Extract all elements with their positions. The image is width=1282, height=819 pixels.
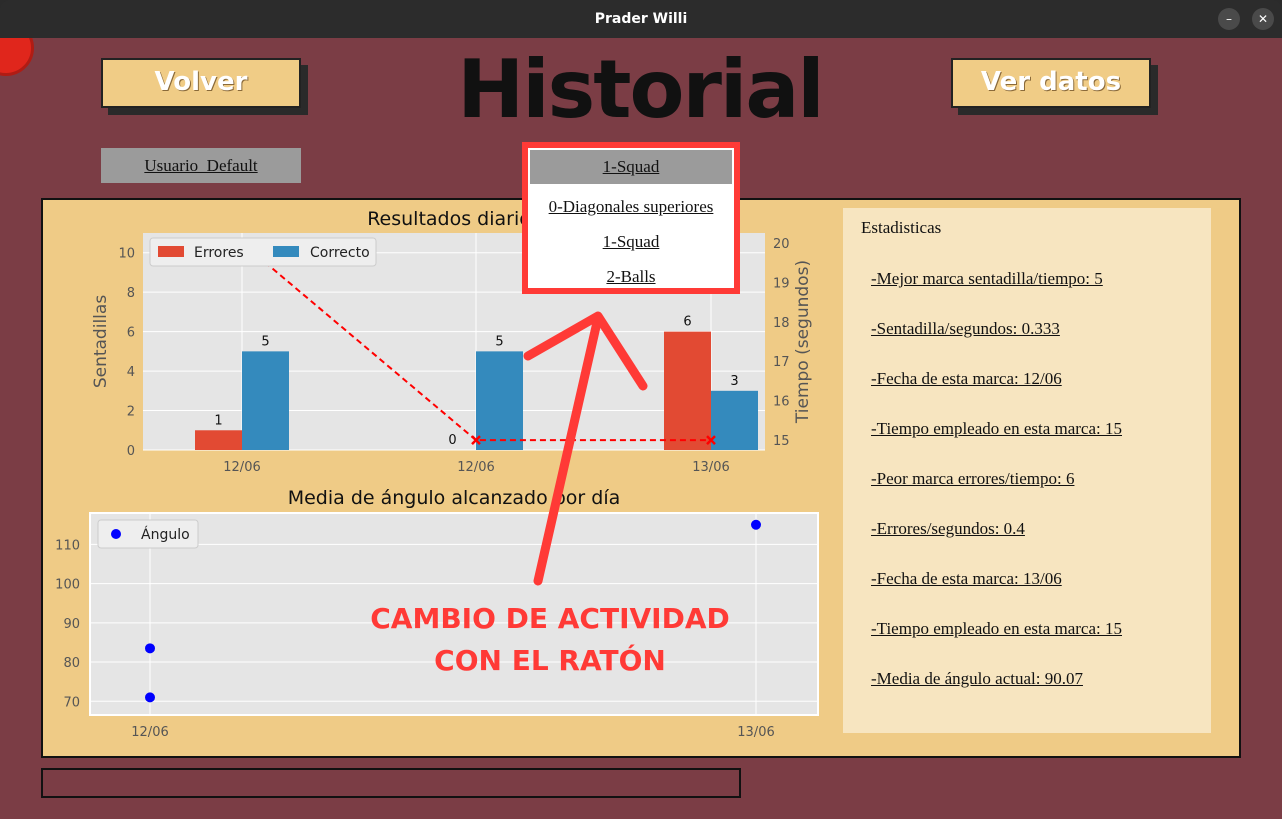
activity-option-0[interactable]: 0-Diagonales superiores bbox=[528, 189, 734, 224]
activity-select[interactable]: 1-Squad bbox=[530, 150, 732, 184]
window-title: Prader Willi bbox=[594, 11, 688, 27]
activity-option-2[interactable]: 2-Balls bbox=[528, 259, 734, 294]
minimize-icon[interactable]: – bbox=[1218, 8, 1240, 30]
annotation-text: CAMBIO DE ACTIVIDAD CON EL RATÓN bbox=[370, 602, 730, 677]
activity-option-1[interactable]: 1-Squad bbox=[528, 224, 734, 259]
window-titlebar: Prader Willi – ✕ bbox=[0, 0, 1282, 38]
activity-dropdown[interactable]: 1-Squad 0-Diagonales superiores 1-Squad … bbox=[522, 142, 740, 294]
app-window: Volver Historial Ver datos Usuario_Defau… bbox=[0, 38, 1282, 819]
close-icon[interactable]: ✕ bbox=[1252, 8, 1274, 30]
